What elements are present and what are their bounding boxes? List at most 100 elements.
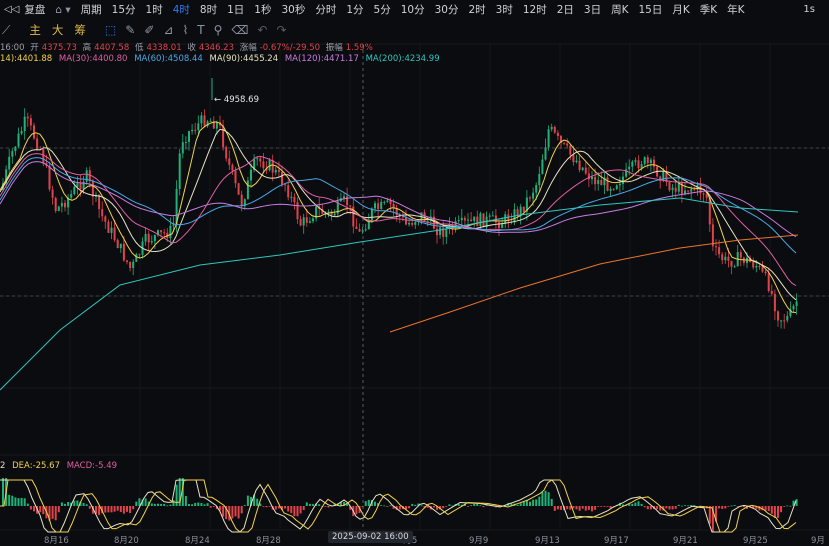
macd-bar [166, 505, 169, 507]
timeframe-7[interactable]: 分时 [315, 2, 336, 17]
candle-body [42, 149, 45, 164]
timeframe-14[interactable]: 12时 [523, 2, 547, 17]
replay-label[interactable]: 复盘 [24, 2, 45, 17]
funnel-icon[interactable]: ⚲ [214, 23, 223, 37]
moving-average-lines [0, 121, 799, 391]
candlestick-chart[interactable] [0, 0, 829, 546]
macd-bar [569, 506, 572, 510]
timeframe-2[interactable]: 4时 [173, 2, 190, 17]
candle-body [594, 176, 597, 185]
macd-bar [556, 506, 559, 510]
ruler-icon[interactable]: ⊿ [163, 23, 173, 37]
timeframe-8[interactable]: 1分 [346, 2, 363, 17]
candle-body [668, 182, 671, 191]
brush-icon[interactable]: ⌇ [182, 23, 188, 37]
candle-body [14, 146, 17, 152]
candle-body [659, 176, 662, 182]
timeframe-4[interactable]: 1日 [227, 2, 244, 17]
candle-body [544, 147, 547, 160]
interval-label[interactable]: 1s [803, 4, 815, 15]
tool-large[interactable]: 大 [52, 22, 64, 38]
macd-bar [597, 506, 600, 507]
timeframe-0[interactable]: 15分 [112, 2, 136, 17]
timeframe-9[interactable]: 5分 [374, 2, 391, 17]
timeframe-15[interactable]: 2日 [557, 2, 574, 17]
candle-body [569, 145, 572, 155]
select-icon[interactable]: ⬚ [105, 23, 116, 37]
candle-body [259, 158, 262, 162]
candle-body [488, 215, 491, 217]
candle-body [153, 235, 156, 242]
macd-bar [386, 506, 389, 507]
candle-body [674, 187, 677, 192]
timeframe-10[interactable]: 10分 [401, 2, 425, 17]
amp-value: 1.59% [345, 43, 373, 53]
macd-bar [677, 504, 680, 506]
timeframe-13[interactable]: 3时 [496, 2, 513, 17]
candle-body [498, 222, 500, 229]
candle-body [653, 159, 655, 167]
candle-body [724, 256, 727, 261]
replay-icon[interactable]: ◁◁ [4, 4, 19, 15]
candle-body [240, 194, 243, 207]
undo-icon[interactable]: ↶ [257, 23, 267, 37]
candle-body [622, 176, 624, 184]
macd-bar [8, 494, 11, 506]
chart-type-icon[interactable]: ⌂ ▾ [55, 4, 70, 16]
candle-body [20, 130, 23, 134]
macd-bar [54, 506, 57, 521]
macd-bar [553, 506, 556, 511]
timeframe-17[interactable]: 周K [611, 2, 628, 17]
candle-body [522, 206, 525, 212]
change-label: 涨幅 [239, 43, 257, 53]
candle-body [237, 183, 240, 195]
timeframe-18[interactable]: 15日 [639, 2, 663, 17]
macd-bar [780, 506, 783, 513]
macd-bar [302, 506, 305, 511]
candle-body [597, 179, 600, 185]
macd-bar [473, 503, 476, 506]
macd-bar [64, 503, 66, 506]
timeframe-5[interactable]: 1秒 [254, 2, 271, 17]
macd-info: 2 DEA:-25.67 MACD:-5.49 [0, 461, 121, 471]
macd-bar [572, 506, 575, 509]
close-value: 4346.23 [198, 43, 234, 53]
macd-bar [150, 503, 153, 506]
redo-icon[interactable]: ↷ [276, 23, 286, 37]
open-value: 4375.73 [41, 43, 77, 53]
candle-body [646, 157, 649, 164]
period-dropdown[interactable]: 周期 [81, 2, 102, 17]
macd-bar [476, 503, 479, 506]
timeframe-1[interactable]: 1时 [146, 2, 163, 17]
macd-bar [312, 504, 314, 506]
candle-body [436, 228, 438, 236]
timeframe-21[interactable]: 年K [727, 2, 744, 17]
timeframe-20[interactable]: 季K [700, 2, 717, 17]
tool-main[interactable]: 主 [29, 22, 41, 38]
macd-bar [674, 506, 677, 509]
pen-icon[interactable]: ✎ [125, 23, 135, 37]
ma-line [389, 234, 799, 333]
macd-bar [234, 506, 237, 517]
candle-body [631, 161, 634, 167]
text-icon[interactable]: T [197, 23, 204, 37]
timeframe-6[interactable]: 30秒 [281, 2, 305, 17]
timeframe-16[interactable]: 3日 [584, 2, 601, 17]
macd-bar [479, 505, 482, 507]
macd-bar [786, 505, 789, 507]
candle-body [277, 169, 280, 172]
pin-icon[interactable]: ⟋ [2, 23, 10, 38]
trash-icon[interactable]: ⌫ [231, 23, 248, 37]
macd-bar [240, 506, 243, 514]
timeframe-11[interactable]: 30分 [435, 2, 459, 17]
candle-body [144, 233, 147, 242]
timeframe-19[interactable]: 月K [672, 2, 689, 17]
candle-body [110, 227, 113, 233]
timeframe-3[interactable]: 8时 [200, 2, 217, 17]
timeframe-12[interactable]: 2时 [468, 2, 485, 17]
pencil-icon[interactable]: ✐ [144, 23, 154, 37]
macd-bar [57, 506, 60, 513]
macd-dea: DEA:-25.67 [12, 461, 60, 471]
candle-body [739, 252, 742, 258]
tool-chips[interactable]: 筹 [74, 22, 86, 38]
